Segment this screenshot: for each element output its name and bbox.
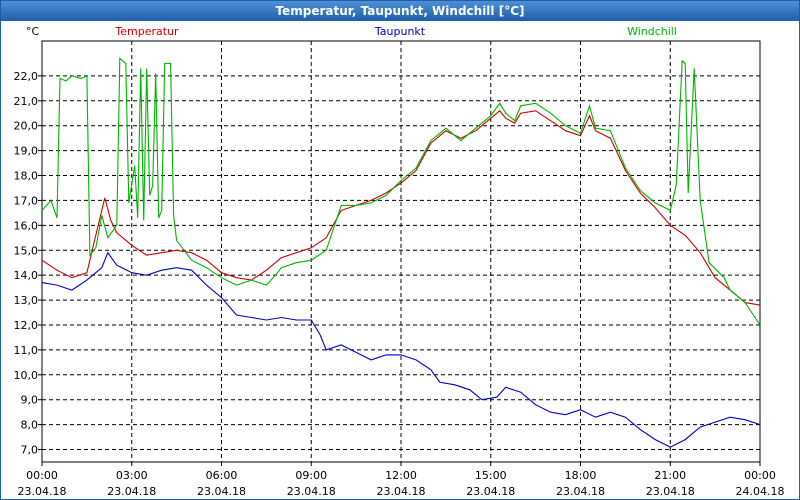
x-tick-label: 15:00 [475, 469, 507, 482]
y-tick-label: 16,0 [14, 219, 39, 232]
line-chart: 7,0 8,0 9,0 10,0 11,0 12,0 13,0 14,0 15,0 16,0 17,… [14, 25, 785, 498]
legend-item-taupunkt: Taupunkt [374, 25, 426, 38]
x-tick-label: 00:00 [744, 469, 776, 482]
x-tick-label: 03:00 [116, 469, 148, 482]
y-tick-label: 21,0 [14, 95, 39, 108]
x-tick-date-label: 24.04.18 [736, 485, 785, 498]
x-tick-label: 18:00 [565, 469, 597, 482]
x-tick-date-label: 23.04.18 [377, 485, 426, 498]
y-tick-label: 7,0 [21, 444, 39, 457]
y-tick-label: 10,0 [14, 369, 39, 382]
y-tick-label: 14,0 [14, 269, 39, 282]
x-tick-label: 00:00 [26, 469, 58, 482]
x-tick-label: 12:00 [385, 469, 417, 482]
legend-item-temperatur: Temperatur [114, 25, 179, 38]
y-tick-label: 17,0 [14, 194, 39, 207]
x-tick-date-label: 23.04.18 [107, 485, 156, 498]
x-tick-date-label: 23.04.18 [18, 485, 67, 498]
y-tick-label: 13,0 [14, 294, 39, 307]
legend-item-windchill: Windchill [627, 25, 677, 38]
x-tick-label: 06:00 [206, 469, 238, 482]
x-tick-label: 21:00 [654, 469, 686, 482]
window-title: Temperatur, Taupunkt, Windchill [°C] [1, 1, 799, 21]
y-tick-label: 22,0 [14, 70, 39, 83]
x-tick-date-label: 23.04.18 [466, 485, 515, 498]
y-tick-label: 12,0 [14, 319, 39, 332]
y-tick-label: 8,0 [21, 419, 39, 432]
y-tick-label: 18,0 [14, 170, 39, 183]
x-tick-date-label: 23.04.18 [646, 485, 695, 498]
y-tick-label: 9,0 [21, 394, 39, 407]
x-tick-date-label: 23.04.18 [197, 485, 246, 498]
y-tick-label: 15,0 [14, 244, 39, 257]
y-tick-label: 11,0 [14, 344, 39, 357]
y-axis-unit: °C [26, 25, 40, 38]
chart-window: Temperatur, Taupunkt, Windchill [°C] 7,0… [0, 0, 800, 500]
x-tick-label: 09:00 [295, 469, 327, 482]
y-tick-label: 20,0 [14, 120, 39, 133]
y-tick-label: 19,0 [14, 145, 39, 158]
x-tick-date-label: 23.04.18 [556, 485, 605, 498]
x-tick-date-label: 23.04.18 [287, 485, 336, 498]
